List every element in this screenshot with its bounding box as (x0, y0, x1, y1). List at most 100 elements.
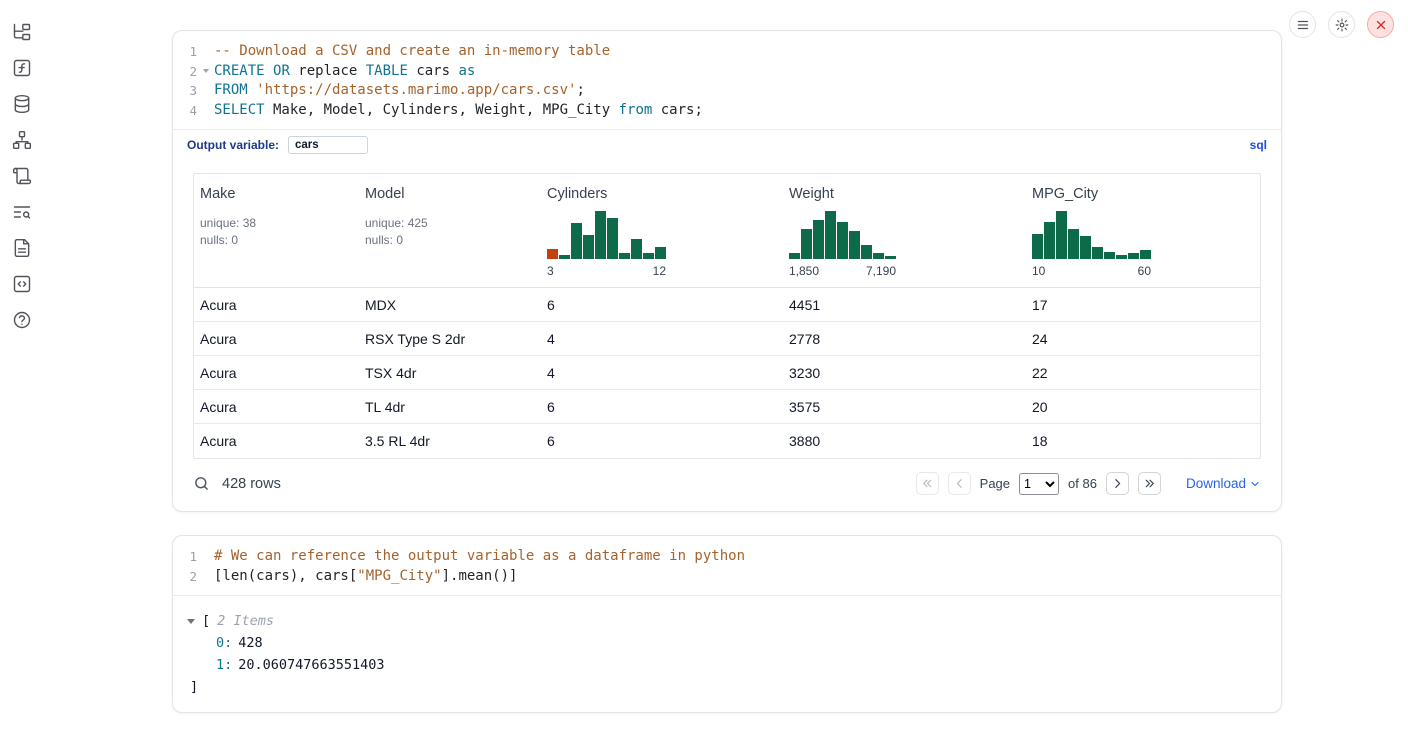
code-line[interactable]: 3 FROM 'https://datasets.marimo.app/cars.… (173, 81, 1281, 101)
table-cell: Acura (194, 331, 359, 347)
histogram-bar[interactable] (1092, 247, 1103, 259)
histogram-range: 1,850 7,190 (789, 264, 896, 278)
line-number: 3 (173, 81, 197, 101)
histogram-bar[interactable] (1032, 234, 1043, 259)
download-button[interactable]: Download (1186, 476, 1261, 491)
code-text: SELECT Make, Model, Cylinders, Weight, M… (214, 101, 703, 121)
logs-search-icon[interactable] (12, 202, 32, 222)
language-badge: sql (1250, 138, 1267, 152)
histogram-bar[interactable] (1128, 253, 1139, 259)
datasources-icon[interactable] (12, 94, 32, 114)
line-gutter: 2 (173, 62, 214, 82)
histogram-bar[interactable] (559, 255, 570, 259)
table-row[interactable]: AcuraMDX6445117 (194, 288, 1260, 322)
histogram-bar[interactable] (607, 218, 618, 259)
table-cell: 20 (1026, 399, 1260, 415)
help-icon[interactable] (12, 310, 32, 330)
output-variable-input[interactable] (288, 136, 368, 154)
table-cell: 6 (541, 399, 783, 415)
dependency-graph-icon[interactable] (12, 130, 32, 150)
file-tree-icon[interactable] (12, 22, 32, 42)
histogram-bar[interactable] (825, 211, 836, 259)
table-cell: 3575 (783, 399, 1026, 415)
python-code-editor[interactable]: 1# We can reference the output variable … (173, 536, 1281, 595)
scratchpad-icon[interactable] (12, 166, 32, 186)
settings-gear-icon[interactable] (1328, 11, 1355, 38)
table-cell: 3.5 RL 4dr (359, 433, 541, 449)
sql-cell: 1 -- Download a CSV and create an in-memo… (172, 30, 1282, 512)
line-number: 2 (173, 567, 197, 587)
histogram-min: 3 (547, 264, 554, 278)
first-page-button[interactable] (916, 472, 939, 495)
histogram-bar[interactable] (789, 253, 800, 259)
next-page-button[interactable] (1106, 472, 1129, 495)
column-label[interactable]: MPG_City (1032, 186, 1252, 202)
histogram-bar[interactable] (1044, 222, 1055, 259)
table-row[interactable]: AcuraTSX 4dr4323022 (194, 356, 1260, 390)
notebook-cells: 1 -- Download a CSV and create an in-memo… (172, 30, 1282, 713)
line-number: 4 (173, 101, 197, 121)
histogram-bar[interactable] (583, 235, 594, 259)
collapse-chevron-icon[interactable] (187, 619, 200, 624)
code-line[interactable]: 2CREATE OR replace TABLE cars as (173, 62, 1281, 82)
weight-histogram: 1,850 7,190 (789, 208, 896, 278)
histogram-min: 1,850 (789, 264, 819, 278)
histogram-bar[interactable] (861, 245, 872, 259)
stat-nulls: nulls: 0 (200, 232, 351, 249)
documentation-icon[interactable] (12, 238, 32, 258)
histogram-bar[interactable] (1140, 250, 1151, 259)
histogram-bar[interactable] (1080, 236, 1091, 259)
table-row[interactable]: AcuraTL 4dr6357520 (194, 390, 1260, 424)
histogram-bar[interactable] (813, 220, 824, 259)
last-page-button[interactable] (1138, 472, 1161, 495)
fold-chevron-icon[interactable] (197, 62, 214, 82)
mpg-city-histogram: 10 60 (1032, 208, 1151, 278)
menu-icon[interactable] (1289, 11, 1316, 38)
histogram-bar[interactable] (1104, 252, 1115, 259)
column-label[interactable]: Cylinders (547, 186, 775, 202)
column-label[interactable]: Make (200, 186, 351, 202)
histogram-bar[interactable] (801, 229, 812, 259)
histogram-bar[interactable] (1068, 229, 1079, 259)
fold-spacer (197, 42, 214, 62)
histogram-bar[interactable] (595, 211, 606, 259)
sidebar-rail (0, 0, 44, 330)
search-icon[interactable] (193, 475, 210, 492)
sql-code-editor[interactable]: 1-- Download a CSV and create an in-memo… (173, 31, 1281, 129)
histogram-bars (547, 208, 666, 259)
column-label[interactable]: Model (365, 186, 533, 202)
table-row[interactable]: AcuraRSX Type S 2dr4277824 (194, 322, 1260, 356)
histogram-range: 3 12 (547, 264, 666, 278)
previous-page-button[interactable] (948, 472, 971, 495)
code-line[interactable]: 1# We can reference the output variable … (173, 547, 1281, 567)
histogram-bar[interactable] (619, 253, 630, 259)
histogram-bar[interactable] (1056, 211, 1067, 259)
code-line[interactable]: 4 SELECT Make, Model, Cylinders, Weight, … (173, 101, 1281, 121)
snippets-icon[interactable] (12, 274, 32, 294)
histogram-bar[interactable] (837, 222, 848, 259)
table-row[interactable]: Acura3.5 RL 4dr6388018 (194, 424, 1260, 458)
fold-spacer (197, 81, 214, 101)
code-line[interactable]: 1-- Download a CSV and create an in-memo… (173, 42, 1281, 62)
functions-icon[interactable] (12, 58, 32, 78)
column-stats: unique: 425 nulls: 0 (365, 215, 533, 248)
histogram-bar[interactable] (631, 239, 642, 259)
histogram-bar[interactable] (571, 223, 582, 259)
table-cell: Acura (194, 365, 359, 381)
histogram-bar[interactable] (885, 256, 896, 259)
histogram-bar[interactable] (873, 253, 884, 259)
histogram-bar[interactable] (849, 231, 860, 259)
histogram-bar[interactable] (1116, 255, 1127, 259)
page-select[interactable]: 1 (1019, 473, 1059, 495)
download-label: Download (1186, 476, 1246, 491)
column-label[interactable]: Weight (789, 186, 1018, 202)
code-text: -- Download a CSV and create an in-memor… (214, 42, 610, 62)
cylinders-histogram: 3 12 (547, 208, 666, 278)
histogram-bar[interactable] (547, 249, 558, 259)
histogram-bar[interactable] (643, 253, 654, 259)
python-cell: 1# We can reference the output variable … (172, 535, 1282, 713)
histogram-bar[interactable] (655, 247, 666, 259)
code-line[interactable]: 2[len(cars), cars["MPG_City"].mean()] (173, 567, 1281, 587)
shutdown-close-icon[interactable] (1367, 11, 1394, 38)
code-text: FROM 'https://datasets.marimo.app/cars.c… (214, 81, 585, 101)
